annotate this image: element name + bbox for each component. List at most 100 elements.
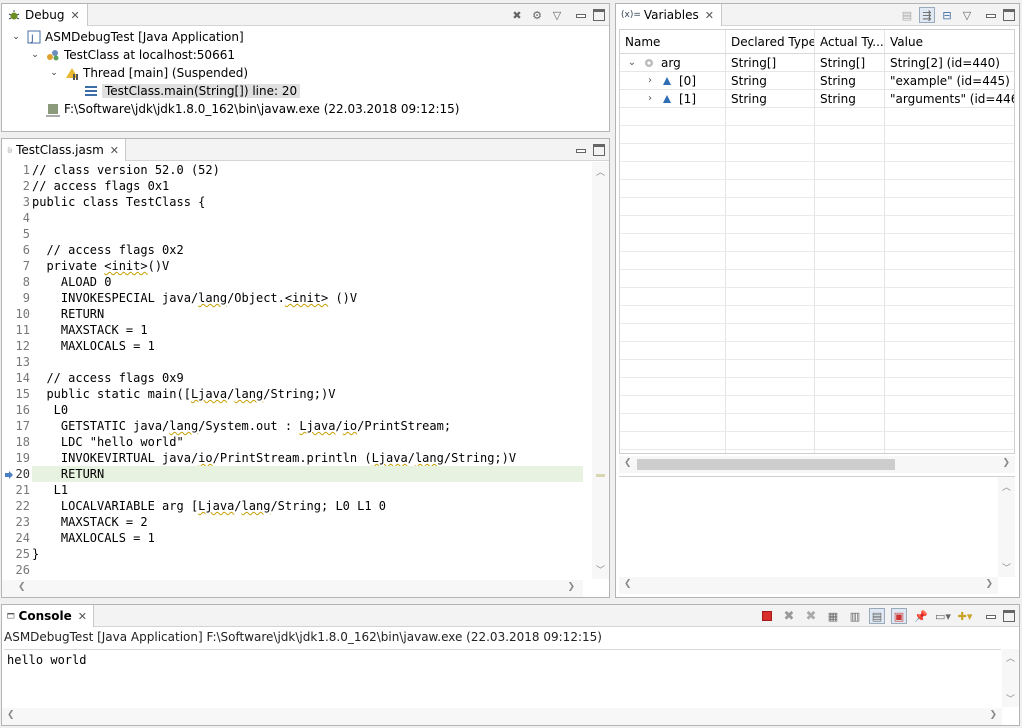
scroll-right-icon[interactable]: ❯ bbox=[1002, 458, 1010, 468]
minimize-icon[interactable] bbox=[575, 9, 587, 21]
code-line[interactable]: 13 bbox=[2, 354, 583, 370]
remove-all-terminated-icon[interactable]: ✖ bbox=[803, 608, 819, 624]
code-line[interactable]: 10 RETURN bbox=[2, 306, 583, 322]
scroll-left-icon[interactable]: ❮ bbox=[624, 579, 632, 589]
console-vscrollbar[interactable]: ︿ ﹀ bbox=[1002, 649, 1019, 707]
code-line[interactable]: 9 INVOKESPECIAL java/lang/Object.<init> … bbox=[2, 290, 583, 306]
code-editor[interactable]: 1// class version 52.0 (52) 2// access fl… bbox=[2, 162, 583, 579]
scroll-down-icon[interactable]: ﹀ bbox=[1002, 561, 1011, 574]
remove-launch-icon[interactable]: ✖ bbox=[781, 608, 797, 624]
scroll-up-icon[interactable]: ︿ bbox=[1006, 651, 1015, 664]
chevron-down-icon[interactable]: ⌄ bbox=[48, 67, 60, 79]
column-declared-type[interactable]: Declared Type bbox=[726, 30, 815, 53]
code-line[interactable]: 23 MAXSTACK = 2 bbox=[2, 514, 583, 530]
detail-vscrollbar[interactable]: ︿ ﹀ bbox=[998, 477, 1015, 577]
code-line[interactable]: 16 L0 bbox=[2, 402, 583, 418]
debug-tree-item[interactable]: ⌄ Thread [main] (Suspended) bbox=[2, 64, 609, 82]
code-line[interactable]: 12 MAXLOCALS = 1 bbox=[2, 338, 583, 354]
close-icon[interactable]: ✕ bbox=[78, 610, 87, 623]
code-line[interactable]: 3 public class TestClass { bbox=[2, 194, 583, 210]
scroll-up-icon[interactable]: ︿ bbox=[596, 165, 605, 178]
debug-tree-item[interactable]: ⌄ TestClass at localhost:50661 bbox=[2, 46, 609, 64]
show-logical-structure-icon[interactable]: ⇶ bbox=[919, 7, 935, 23]
chevron-down-icon[interactable]: ⌄ bbox=[626, 57, 638, 68]
remove-all-terminated-icon[interactable]: ✖ bbox=[509, 7, 525, 23]
minimize-icon[interactable] bbox=[985, 610, 997, 622]
close-icon[interactable]: ✕ bbox=[110, 144, 119, 157]
collapse-all-icon[interactable]: ⊟ bbox=[939, 7, 955, 23]
word-wrap-icon[interactable]: ▤ bbox=[869, 608, 885, 624]
show-console-on-output-icon[interactable]: ▣ bbox=[891, 608, 907, 624]
chevron-down-icon[interactable]: ⌄ bbox=[29, 49, 41, 61]
close-icon[interactable]: ✕ bbox=[70, 9, 79, 22]
editor-vscrollbar[interactable]: ︿ ﹀ bbox=[592, 162, 609, 579]
code-line[interactable]: 19 INVOKEVIRTUAL java/io/PrintStream.pri… bbox=[2, 450, 583, 466]
code-line[interactable]: 4 bbox=[2, 210, 583, 226]
code-line[interactable]: 21 L1 bbox=[2, 482, 583, 498]
code-line[interactable]: 5 bbox=[2, 226, 583, 242]
connect-icon[interactable]: ⚙ bbox=[529, 7, 545, 23]
code-line[interactable]: 11 MAXSTACK = 1 bbox=[2, 322, 583, 338]
variable-row[interactable]: ⌄ arg String[] String[] String[2] (id=440) bbox=[620, 54, 1014, 72]
scroll-right-icon[interactable]: ❯ bbox=[989, 710, 997, 720]
variables-hscrollbar[interactable]: ❮ ❯ bbox=[619, 456, 1015, 473]
maximize-icon[interactable] bbox=[593, 144, 605, 156]
scroll-right-icon[interactable]: ❯ bbox=[567, 582, 575, 592]
scroll-up-icon[interactable]: ︿ bbox=[1002, 480, 1011, 493]
code-line[interactable]: 2// access flags 0x1 bbox=[2, 178, 583, 194]
maximize-icon[interactable] bbox=[593, 9, 605, 21]
code-line[interactable]: 20 RETURN bbox=[2, 466, 583, 482]
show-type-names-icon[interactable]: ▤ bbox=[899, 7, 915, 23]
scroll-down-icon[interactable]: ﹀ bbox=[596, 563, 605, 576]
column-name[interactable]: Name bbox=[620, 30, 726, 53]
code-line[interactable]: 7 private <init>()V bbox=[2, 258, 583, 274]
debug-tree-item[interactable]: TestClass.main(String[]) line: 20 bbox=[2, 82, 609, 100]
overview-marker[interactable] bbox=[596, 474, 605, 477]
clear-console-icon[interactable]: ▦ bbox=[825, 608, 841, 624]
debug-tree-item[interactable]: ⌄ J ASMDebugTest [Java Application] bbox=[2, 28, 609, 46]
console-hscrollbar[interactable]: ❮ ❯ bbox=[2, 708, 1002, 725]
code-line[interactable]: 25} bbox=[2, 546, 583, 562]
view-menu-icon[interactable]: ▽ bbox=[959, 7, 975, 23]
scroll-left-icon[interactable]: ❮ bbox=[18, 582, 26, 592]
minimize-icon[interactable] bbox=[575, 144, 587, 156]
detail-hscrollbar[interactable]: ❮ ❯ bbox=[619, 577, 998, 594]
editor-hscrollbar[interactable]: ❮ ❯ bbox=[2, 580, 583, 597]
code-line[interactable]: 8 ALOAD 0 bbox=[2, 274, 583, 290]
console-output[interactable]: hello world bbox=[4, 649, 1001, 707]
column-value[interactable]: Value bbox=[885, 30, 1014, 53]
variable-row[interactable]: › [1] String String "arguments" (id=446) bbox=[620, 90, 1014, 108]
maximize-icon[interactable] bbox=[1003, 610, 1015, 622]
chevron-right-icon[interactable]: › bbox=[644, 93, 656, 104]
chevron-right-icon[interactable]: › bbox=[644, 75, 656, 86]
pin-console-icon[interactable]: 📌 bbox=[913, 608, 929, 624]
terminate-icon[interactable] bbox=[759, 608, 775, 624]
tab-testclass-jasm[interactable]: TestClass.jasm ✕ bbox=[2, 139, 126, 161]
code-line[interactable]: 14 // access flags 0x9 bbox=[2, 370, 583, 386]
scroll-lock-icon[interactable]: ▥ bbox=[847, 608, 863, 624]
code-line[interactable]: 24 MAXLOCALS = 1 bbox=[2, 530, 583, 546]
code-line[interactable]: 15 public static main([Ljava/lang/String… bbox=[2, 386, 583, 402]
variable-row[interactable]: › [0] String String "example" (id=445) bbox=[620, 72, 1014, 90]
view-menu-icon[interactable]: ▽ bbox=[549, 7, 565, 23]
minimize-icon[interactable] bbox=[985, 9, 997, 21]
scroll-thumb[interactable] bbox=[637, 459, 895, 470]
code-line[interactable]: 22 LOCALVARIABLE arg [Ljava/lang/String;… bbox=[2, 498, 583, 514]
code-line[interactable]: 6 // access flags 0x2 bbox=[2, 242, 583, 258]
close-icon[interactable]: ✕ bbox=[705, 9, 714, 22]
tab-debug[interactable]: Debug ✕ bbox=[2, 4, 88, 26]
code-line[interactable]: 1// class version 52.0 (52) bbox=[2, 162, 583, 178]
debug-tree-item[interactable]: F:\Software\jdk\jdk1.8.0_162\bin\javaw.e… bbox=[2, 100, 609, 118]
maximize-icon[interactable] bbox=[1003, 9, 1015, 21]
open-console-icon[interactable]: ✚▾ bbox=[957, 608, 973, 624]
tab-variables[interactable]: (x)= Variables ✕ bbox=[616, 4, 722, 26]
tab-console[interactable]: Console ✕ bbox=[2, 605, 94, 627]
variables-detail-pane[interactable]: ︿ ﹀ ❮ ❯ bbox=[619, 476, 1015, 594]
display-selected-console-icon[interactable]: ▭▾ bbox=[935, 608, 951, 624]
scroll-left-icon[interactable]: ❮ bbox=[7, 710, 15, 720]
scroll-right-icon[interactable]: ❯ bbox=[985, 579, 993, 589]
code-line[interactable]: 18 LDC "hello world" bbox=[2, 434, 583, 450]
code-line[interactable]: 26 bbox=[2, 562, 583, 578]
scroll-left-icon[interactable]: ❮ bbox=[624, 458, 632, 468]
scroll-down-icon[interactable]: ﹀ bbox=[1006, 692, 1015, 705]
